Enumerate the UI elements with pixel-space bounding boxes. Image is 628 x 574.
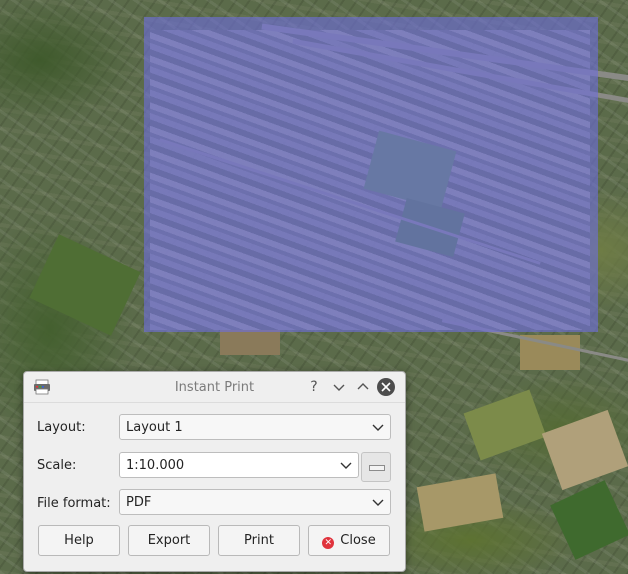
field [416, 473, 504, 532]
export-button-label: Export [147, 533, 191, 548]
maximize-button[interactable] [353, 377, 373, 397]
scale-combobox[interactable]: 1:10.000 [119, 452, 359, 478]
field [29, 234, 141, 336]
field [463, 389, 547, 461]
file-format-label: File format: [37, 496, 111, 511]
minimize-button[interactable] [329, 377, 349, 397]
field [550, 480, 628, 560]
dialog-titlebar[interactable]: Instant Print ? [24, 372, 405, 403]
layout-select[interactable]: Layout 1 [119, 414, 391, 440]
close-icon: ✕ [322, 537, 335, 549]
scale-label: Scale: [37, 458, 77, 473]
help-context-button[interactable]: ? [304, 377, 324, 397]
print-button[interactable]: Print [218, 525, 300, 556]
map-canvas-scale-button[interactable] [361, 452, 391, 482]
help-button-label: Help [64, 533, 94, 548]
field [541, 409, 628, 491]
file-format-select[interactable]: PDF [119, 489, 391, 515]
scale-value: 1:10.000 [126, 458, 185, 473]
scale-bar-icon [369, 465, 385, 471]
chevron-down-icon [372, 499, 384, 506]
layout-label: Layout: [37, 420, 86, 435]
chevron-down-icon [340, 462, 352, 469]
layout-value: Layout 1 [126, 420, 183, 435]
window-close-icon[interactable] [377, 378, 395, 396]
chevron-down-icon [372, 424, 384, 431]
field [220, 330, 280, 355]
question-icon: ? [310, 379, 318, 395]
file-format-value: PDF [126, 495, 152, 510]
help-button[interactable]: Help [38, 525, 120, 556]
close-button[interactable]: ✕ Close [308, 525, 390, 556]
print-button-label: Print [244, 533, 274, 548]
instant-print-dialog: Instant Print ? Layout: Layout 1 Scale: … [23, 371, 406, 572]
export-button[interactable]: Export [128, 525, 210, 556]
print-extent-rectangle[interactable] [144, 17, 598, 332]
chevron-down-icon [333, 384, 345, 391]
close-button-label: Close [340, 533, 376, 548]
chevron-up-icon [357, 383, 369, 390]
